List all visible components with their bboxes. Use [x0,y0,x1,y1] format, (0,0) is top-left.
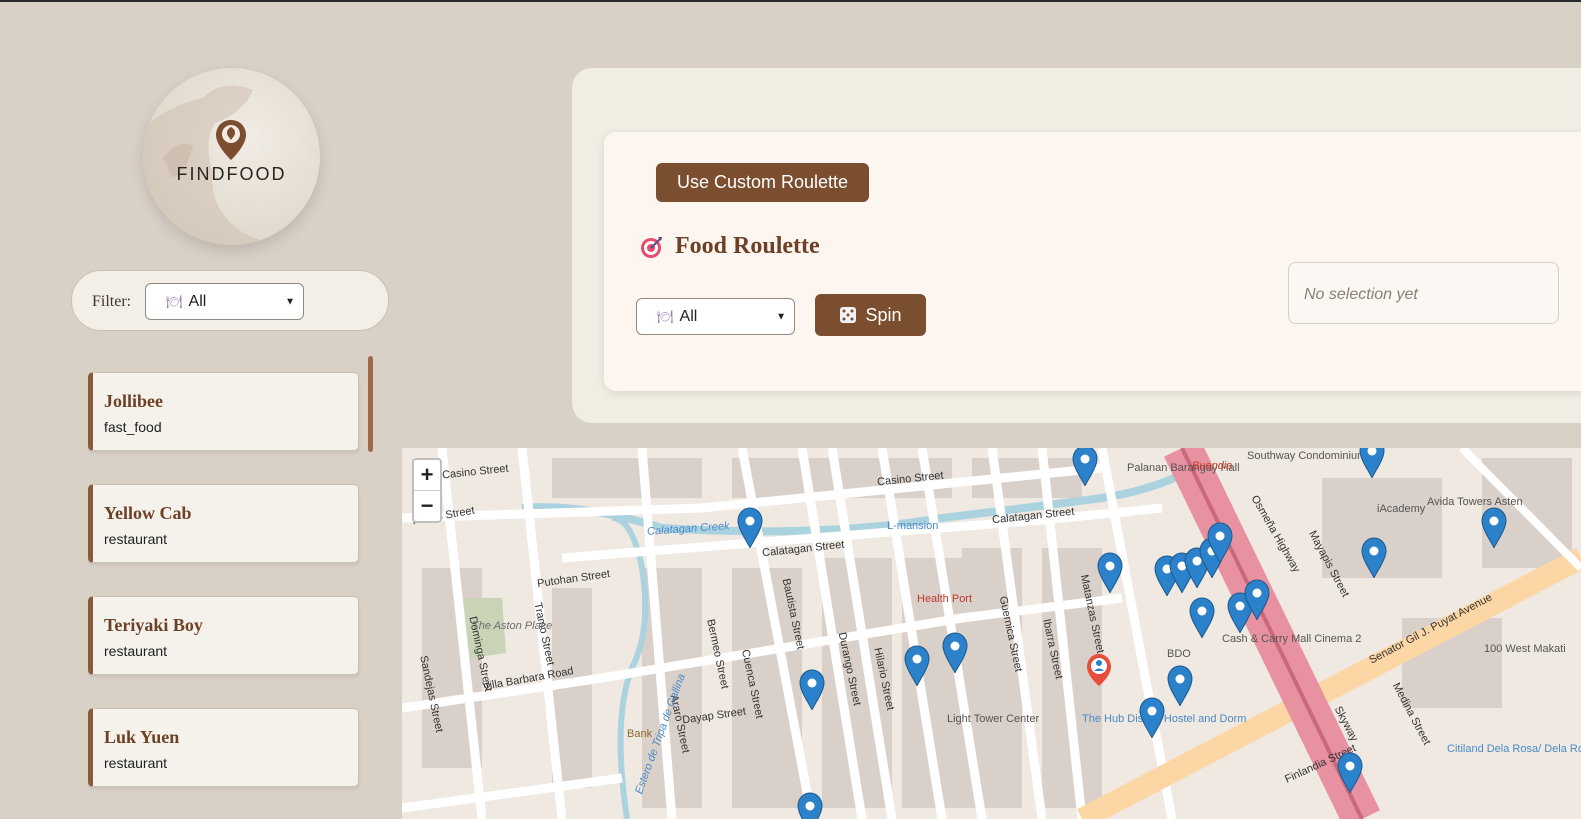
place-name: Luk Yuen [104,727,180,747]
place-card[interactable]: Jollibee fast_food [88,372,359,451]
roulette-result: No selection yet [1288,262,1559,324]
target-icon [641,236,662,258]
use-custom-roulette-button[interactable]: Use Custom Roulette [656,163,869,202]
plate-icon: 🍽 [657,308,674,324]
brand-name: FINDFOOD [176,164,287,184]
user-location-icon [1087,654,1111,686]
zoom-control: + − [412,458,442,523]
place-type: restaurant [104,531,168,547]
restaurant-marker-icon [904,645,930,687]
spin-button[interactable]: Spin [815,294,926,336]
place-card[interactable]: Luk Yuen restaurant [88,708,359,787]
restaurant-marker-icon [737,507,763,549]
restaurant-marker-icon [1139,697,1165,739]
list-scrollbar[interactable] [368,356,373,452]
dice-icon [840,307,857,323]
roulette-filter-value: All [679,307,698,325]
restaurant-marker-icon [1361,537,1387,579]
restaurant-marker-icon [1359,448,1385,479]
zoom-out-button[interactable]: − [414,490,440,521]
roulette-title: Food Roulette [675,233,820,259]
chevron-down-icon: ▼ [776,311,786,322]
restaurant-marker-icon [1167,665,1193,707]
roulette-filter-select[interactable]: 🍽 All ▼ [636,298,795,335]
zoom-in-button[interactable]: + [414,460,440,490]
place-name: Teriyaki Boy [104,615,203,635]
place-card[interactable]: Yellow Cab restaurant [88,484,359,563]
place-type: restaurant [104,755,168,771]
location-pin-icon [216,120,246,160]
roulette-heading: Food Roulette [639,233,820,260]
restaurant-marker-icon [797,792,823,819]
findfood-logo[interactable]: FINDFOOD [143,68,320,245]
restaurant-marker-icon [1072,448,1098,487]
place-type: fast_food [104,419,162,435]
place-type: restaurant [104,643,168,659]
filter-select-value: All [188,292,207,310]
restaurant-marker-icon [942,632,968,674]
map-markers [737,448,1507,819]
restaurant-marker-icon [1097,552,1123,594]
place-name: Jollibee [104,391,163,411]
place-name: Yellow Cab [104,503,192,523]
filter-bar: Filter: 🍽 All ▼ [71,270,389,331]
restaurant-marker-icon [1337,752,1363,794]
places-list: Jollibee fast_food Yellow Cab restaurant… [88,357,378,819]
filter-label: Filter: [92,293,132,310]
place-card[interactable]: Teriyaki Boy restaurant [88,596,359,675]
restaurant-marker-icon [799,669,825,711]
restaurant-marker-icon [1481,507,1507,549]
chevron-down-icon: ▼ [285,296,295,307]
filter-select[interactable]: 🍽 All ▼ [145,283,304,320]
plate-icon: 🍽 [166,293,183,309]
restaurant-marker-icon [1189,597,1215,639]
spin-label: Spin [865,304,902,325]
result-placeholder: No selection yet [1304,286,1418,303]
map[interactable]: Casino Street Casino Street Calatagan St… [402,448,1581,819]
